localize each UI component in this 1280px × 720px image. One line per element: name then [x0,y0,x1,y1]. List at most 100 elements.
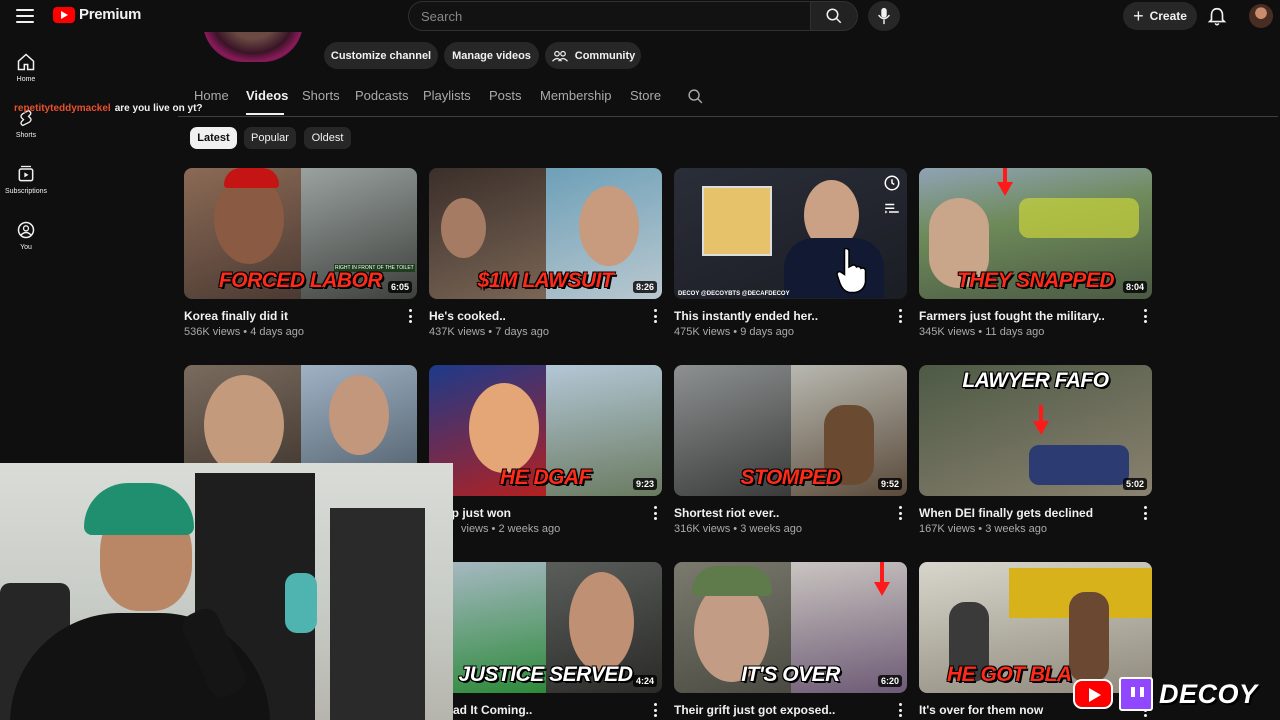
video-duration: 6:20 [877,675,902,687]
youtube-logo[interactable]: Premium [53,6,141,23]
thumb-watermark: DECOY @DECOYBTS @DECAFDECOY [678,291,790,297]
watch-later-icon[interactable] [883,174,901,192]
rail-label-shorts: Shorts [15,132,37,139]
video-card[interactable]: $1M LAWSUIT 8:26 He's cooked.. 437K view… [429,168,662,343]
youtube-brand-icon [1073,679,1113,709]
tab-videos[interactable]: Videos [246,88,288,103]
rail-item-home[interactable]: Home [0,48,52,98]
more-options-icon[interactable] [407,309,413,323]
rail-item-you[interactable]: You [0,216,52,266]
streamer-webcam [0,463,453,720]
manage-videos-button[interactable]: Manage videos [444,42,539,69]
tab-posts[interactable]: Posts [489,88,522,103]
video-card[interactable]: JUSTICE SERVED 4:24 ad It Coming.. [429,562,662,720]
rail-label-home: Home [16,76,36,83]
video-card[interactable]: LAWYER FAFO 5:02 When DEI finally gets d… [919,365,1152,540]
rail-item-subscriptions[interactable]: Subscriptions [0,160,52,210]
microphone-icon [878,7,890,25]
notifications-icon[interactable] [1206,6,1228,28]
video-title[interactable]: Their grift just got exposed.. [674,703,835,717]
video-thumbnail[interactable]: STOMPED 9:52 [674,365,907,496]
channel-search-icon[interactable] [687,88,704,105]
video-title[interactable]: Farmers just fought the military.. [919,309,1105,323]
brand-name: DECOY [1159,678,1258,709]
video-thumbnail[interactable]: DECOY @DECOYBTS @DECAFDECOY [674,168,907,299]
video-thumbnail[interactable]: RIGHT IN FRONT OF THE TOILET FORCED LABO… [184,168,417,299]
account-avatar[interactable] [1249,4,1273,28]
tab-store[interactable]: Store [630,88,661,103]
search-button[interactable] [810,1,858,31]
video-card[interactable]: DECOY @DECOYBTS @DECAFDECOY This instant… [674,168,907,343]
video-card[interactable]: THEY SNAPPED 8:04 Farmers just fought th… [919,168,1152,343]
chat-overlay: repetityteddymackel are you live on yt? [14,103,203,114]
video-meta: 316K views • 3 weeks ago [674,523,802,535]
voice-search-button[interactable] [868,1,900,31]
video-title[interactable]: It's over for them now [919,703,1043,717]
tab-home[interactable]: Home [194,88,229,103]
more-options-icon[interactable] [1142,506,1148,520]
add-to-queue-icon[interactable] [883,200,901,218]
video-thumbnail[interactable]: THEY SNAPPED 8:04 [919,168,1152,299]
video-card[interactable]: HE DGAF 9:23 mp just won views • 2 weeks… [429,365,662,540]
video-card[interactable]: STOMPED 9:52 Shortest riot ever.. 316K v… [674,365,907,540]
video-duration: 8:26 [632,281,657,293]
thumbnail-overlay-text: $1M LAWSUIT [477,269,614,292]
tab-membership[interactable]: Membership [540,88,612,103]
twitch-brand-icon [1119,677,1153,711]
search-box[interactable] [408,1,811,31]
more-options-icon[interactable] [652,703,658,717]
chat-message: are you live on yt? [114,103,203,114]
video-meta: 475K views • 9 days ago [674,326,795,338]
tab-playlists[interactable]: Playlists [423,88,471,103]
video-duration: 6:05 [387,281,412,293]
more-options-icon[interactable] [652,309,658,323]
tab-podcasts[interactable]: Podcasts [355,88,408,103]
red-arrow-icon [874,562,890,596]
plus-icon: + [1133,6,1144,26]
thumbnail-overlay-text: FORCED LABOR [218,269,383,292]
create-button[interactable]: + Create [1123,2,1197,30]
thumbnail-overlay-text: JUSTICE SERVED [458,663,633,686]
more-options-icon[interactable] [1142,309,1148,323]
left-rail: Home Shorts Subscriptions You [0,32,52,462]
more-options-icon[interactable] [897,506,903,520]
chip-popular[interactable]: Popular [244,127,296,149]
video-title[interactable]: Korea finally did it [184,309,288,323]
more-options-icon[interactable] [897,703,903,717]
video-meta: 437K views • 7 days ago [429,326,550,338]
video-thumbnail[interactable]: HE GOT BLA [919,562,1152,693]
top-bar: Premium + Create [0,0,1280,32]
video-card[interactable]: RIGHT IN FRONT OF THE TOILET FORCED LABO… [184,168,417,343]
video-thumbnail[interactable]: JUSTICE SERVED 4:24 [429,562,662,693]
home-icon [17,53,35,71]
video-meta: 536K views • 4 days ago [184,326,305,338]
red-arrow-icon [1033,405,1049,435]
tab-shorts[interactable]: Shorts [302,88,340,103]
chip-oldest[interactable]: Oldest [304,127,351,149]
chip-latest[interactable]: Latest [190,127,237,149]
community-button[interactable]: Community [545,42,641,69]
rail-label-subscriptions: Subscriptions [4,188,48,195]
video-title[interactable]: Shortest riot ever.. [674,506,779,520]
mouse-cursor-icon [836,247,867,294]
video-card[interactable]: IT'S OVER 6:20 Their grift just got expo… [674,562,907,720]
create-label: Create [1149,9,1187,23]
community-label: Community [574,49,636,62]
video-thumbnail[interactable]: HE DGAF 9:23 [429,365,662,496]
customize-channel-button[interactable]: Customize channel [324,42,438,69]
video-thumbnail[interactable]: $1M LAWSUIT 8:26 [429,168,662,299]
active-tab-indicator [246,113,284,115]
stream-branding: DECOY [1073,676,1273,712]
video-title[interactable]: When DEI finally gets declined [919,506,1093,520]
video-title[interactable]: He's cooked.. [429,309,506,323]
more-options-icon[interactable] [897,309,903,323]
video-title[interactable]: ad It Coming.. [453,703,532,717]
more-options-icon[interactable] [652,506,658,520]
logo-text: Premium [79,6,142,23]
menu-icon[interactable] [14,6,36,26]
video-thumbnail[interactable]: IT'S OVER 6:20 [674,562,907,693]
video-title[interactable]: This instantly ended her.. [674,309,818,323]
video-thumbnail[interactable]: LAWYER FAFO 5:02 [919,365,1152,496]
search-input[interactable] [409,2,810,30]
video-duration: 9:23 [632,478,657,490]
